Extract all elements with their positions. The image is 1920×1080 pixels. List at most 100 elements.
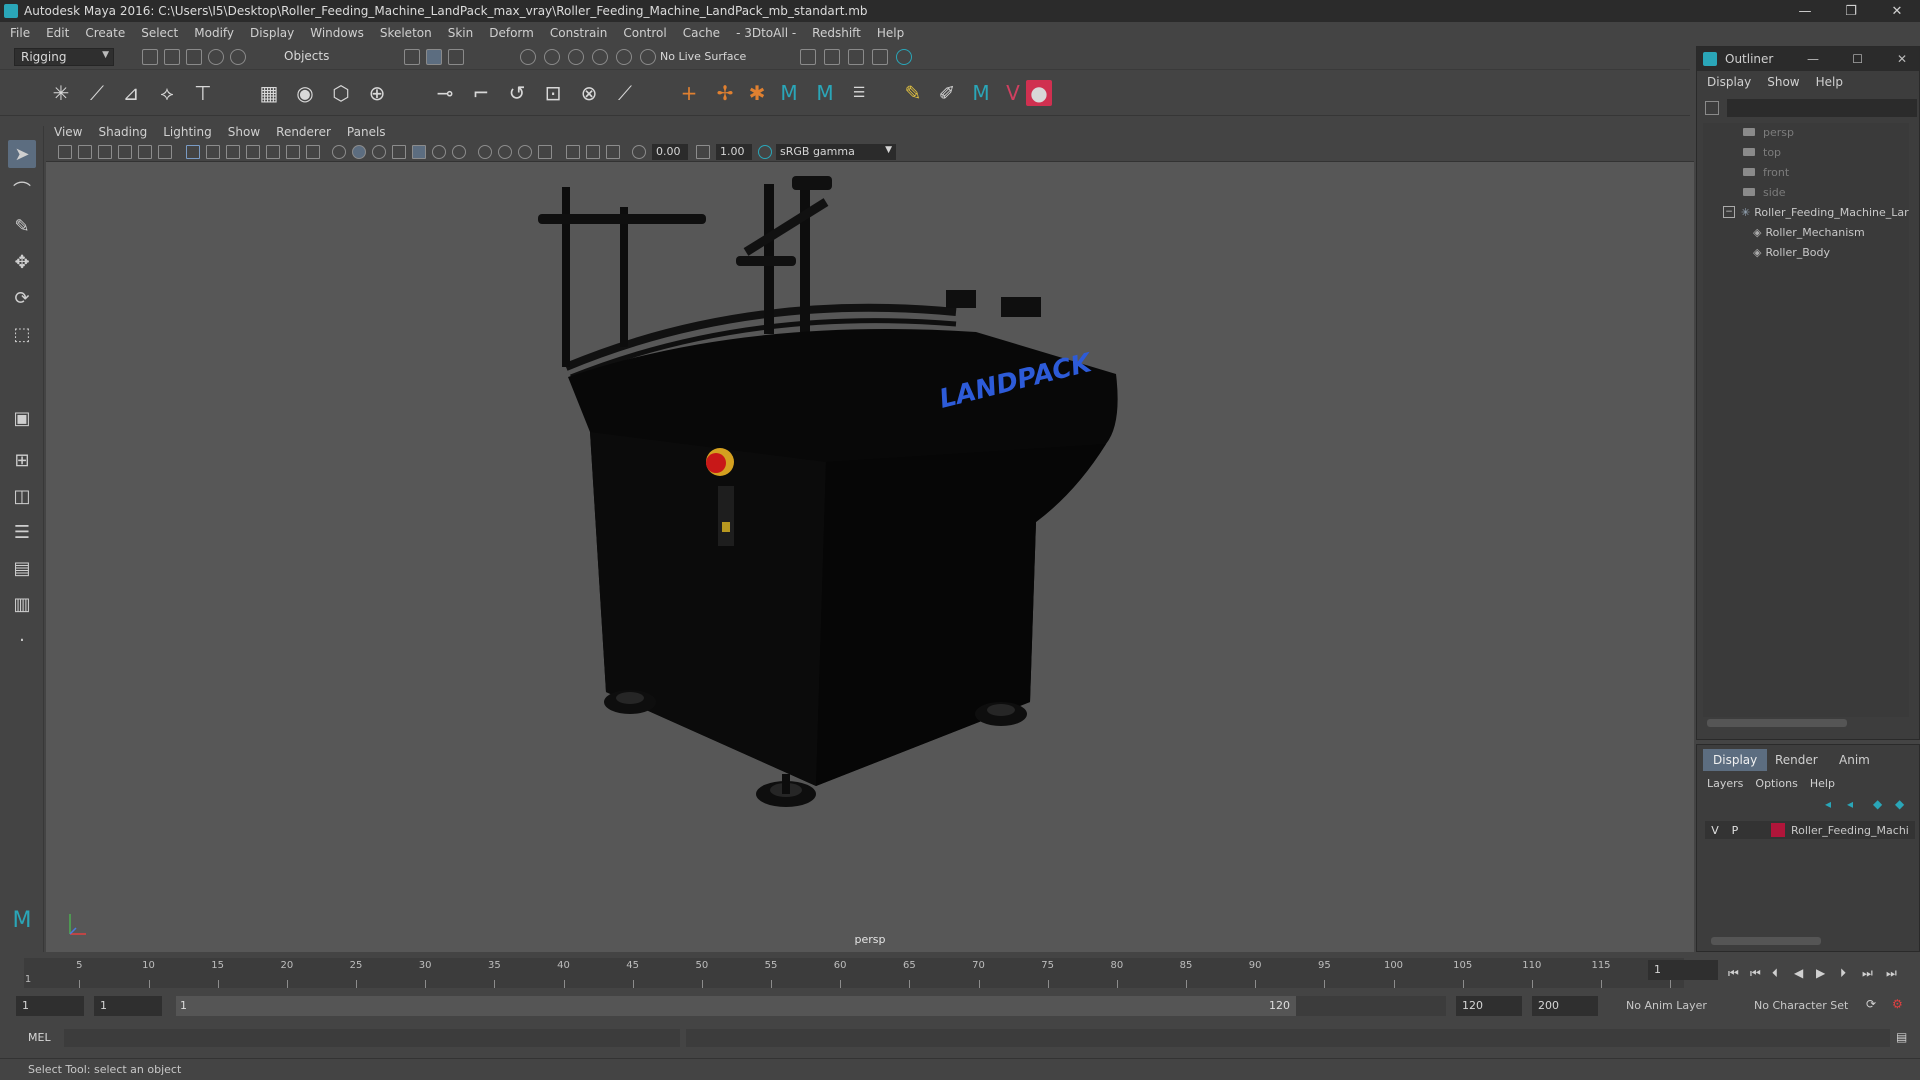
panel-menu-lighting[interactable]: Lighting <box>163 125 212 139</box>
shadows-icon[interactable] <box>432 145 446 159</box>
smooth-bind-icon[interactable]: ◉ <box>292 80 318 106</box>
go-to-start-icon[interactable]: ⏮ <box>1728 966 1739 981</box>
exposure-icon[interactable] <box>632 145 646 159</box>
mirror-joint-icon[interactable]: ⟡ <box>154 80 180 106</box>
menu-deform[interactable]: Deform <box>489 26 534 40</box>
new-scene-icon[interactable] <box>142 49 158 65</box>
isolate-select-icon[interactable] <box>538 145 552 159</box>
menu-redshift[interactable]: Redshift <box>812 26 861 40</box>
orient-constraint-icon[interactable]: ↺ <box>504 80 530 106</box>
paint-weights-icon[interactable]: ✎ <box>900 80 926 106</box>
play-backwards-icon[interactable]: ◀ <box>1794 966 1803 980</box>
panel-menu-renderer[interactable]: Renderer <box>276 125 331 139</box>
safe-action-icon[interactable] <box>286 145 300 159</box>
panel-menu-view[interactable]: View <box>54 125 82 139</box>
outliner-menu-display[interactable]: Display <box>1707 75 1751 89</box>
pole-vector-icon[interactable]: ⟋ <box>612 80 638 106</box>
menu-skin[interactable]: Skin <box>448 26 474 40</box>
select-hierarchy-icon[interactable] <box>404 49 420 65</box>
shader-ball-icon[interactable]: ● <box>1026 80 1052 106</box>
character-set-dropdown[interactable]: No Character Set <box>1754 999 1848 1012</box>
move-layer-up-icon[interactable]: ◂ <box>1825 797 1831 811</box>
panel-menu-panels[interactable]: Panels <box>347 125 386 139</box>
maya-m3-icon[interactable]: M <box>968 80 994 106</box>
new-layer-icon[interactable]: ◆ <box>1873 797 1882 811</box>
hypershade-icon[interactable] <box>872 49 888 65</box>
xray-components-icon[interactable] <box>606 145 620 159</box>
hypershade-layout-icon[interactable]: ▥ <box>8 590 36 618</box>
select-component-icon[interactable] <box>448 49 464 65</box>
xray-icon[interactable] <box>566 145 580 159</box>
script-icon[interactable]: ☰ <box>846 80 872 106</box>
go-to-end-icon[interactable]: ⏭ <box>1886 966 1897 981</box>
layer-horizontal-scrollbar[interactable] <box>1711 937 1821 945</box>
outliner-item-persp[interactable]: persp <box>1743 123 1794 141</box>
time-slider-track[interactable]: 1 5 10 15 20 25 30 35 40 45 50 55 60 65 70 75 80 85 90 95 1… <box>24 958 1684 988</box>
step-back-key-icon[interactable]: ⏮ <box>1750 966 1761 981</box>
graph-layout-icon[interactable]: ▤ <box>8 554 36 582</box>
viewport-persp[interactable]: LANDPACK persp <box>46 162 1694 952</box>
use-all-lights-icon[interactable] <box>412 145 426 159</box>
playback-end-field[interactable]: 120 <box>1456 996 1522 1016</box>
locator-icon[interactable]: + <box>676 80 702 106</box>
outliner-menu-help[interactable]: Help <box>1816 75 1843 89</box>
film-gate-icon[interactable] <box>206 145 220 159</box>
blend-shape-icon[interactable]: ✱ <box>744 80 770 106</box>
menu-control[interactable]: Control <box>623 26 666 40</box>
paint-select-icon[interactable]: ✎ <box>8 212 36 240</box>
menu-help[interactable]: Help <box>877 26 904 40</box>
layer-visibility-toggle[interactable]: V <box>1705 824 1725 837</box>
range-slider[interactable]: 1 120 <box>176 996 1446 1016</box>
auto-key-icon[interactable]: ⟳ <box>1866 997 1876 1011</box>
outliner-search-input[interactable] <box>1727 99 1917 117</box>
point-constraint-icon[interactable]: ⊸ <box>432 80 458 106</box>
field-chart-icon[interactable] <box>266 145 280 159</box>
wireframe-icon[interactable] <box>332 145 346 159</box>
menu-create[interactable]: Create <box>85 26 125 40</box>
outliner-item-front[interactable]: front <box>1743 163 1789 181</box>
command-input[interactable] <box>64 1029 680 1047</box>
close-button[interactable]: ✕ <box>1874 0 1920 22</box>
outliner-item-top[interactable]: top <box>1743 143 1781 161</box>
outliner-close-button[interactable]: ✕ <box>1897 52 1907 66</box>
command-language-label[interactable]: MEL <box>28 1031 51 1044</box>
outliner-menu-show[interactable]: Show <box>1767 75 1799 89</box>
move-layer-down-icon[interactable]: ◂ <box>1847 797 1853 811</box>
selection-mode-dropdown[interactable]: Objects <box>278 48 378 66</box>
gamma-field[interactable]: 1.00 <box>716 144 752 160</box>
tab-render[interactable]: Render <box>1765 749 1828 771</box>
menu-skeleton[interactable]: Skeleton <box>380 26 432 40</box>
grid-toggle-icon[interactable] <box>186 145 200 159</box>
snap-point-icon[interactable] <box>568 49 584 65</box>
anim-prefs-icon[interactable]: ⚙ <box>1892 997 1903 1011</box>
save-scene-icon[interactable] <box>186 49 202 65</box>
layer-row[interactable]: V P Roller_Feeding_Machi <box>1705 821 1915 839</box>
layer-playback-toggle[interactable]: P <box>1725 824 1745 837</box>
play-forwards-icon[interactable]: ▶ <box>1816 966 1825 980</box>
resolution-gate-icon[interactable] <box>226 145 240 159</box>
snap-curve-icon[interactable] <box>544 49 560 65</box>
anti-aliasing-icon[interactable] <box>498 145 512 159</box>
step-forward-key-icon[interactable]: ⏭ <box>1862 966 1873 981</box>
outliner-item-roller-feeding-machine[interactable]: − ✳ Roller_Feeding_Machine_Lar <box>1723 203 1909 221</box>
lattice-icon[interactable]: ⬡ <box>328 80 354 106</box>
maya-m2-icon[interactable]: M <box>812 80 838 106</box>
anim-layer-dropdown[interactable]: No Anim Layer <box>1626 999 1707 1012</box>
wrap-deformer-icon[interactable]: ⊕ <box>364 80 390 106</box>
bookmark-icon[interactable] <box>98 145 112 159</box>
outliner-item-side[interactable]: side <box>1743 183 1786 201</box>
menu-edit[interactable]: Edit <box>46 26 69 40</box>
current-frame-field[interactable]: 1 <box>1648 960 1718 980</box>
single-view-layout-icon[interactable]: ▣ <box>8 404 36 432</box>
outliner-layout-icon[interactable]: ☰ <box>8 518 36 546</box>
playback-start-field[interactable]: 1 <box>94 996 162 1016</box>
rotate-tool-icon[interactable]: ⟳ <box>8 284 36 312</box>
outliner-minimize-button[interactable]: — <box>1807 52 1819 66</box>
four-view-layout-icon[interactable]: ⊞ <box>8 446 36 474</box>
bind-skin-icon[interactable]: ▦ <box>256 80 282 106</box>
scale-constraint-icon[interactable]: ⊡ <box>540 80 566 106</box>
parent-constraint-icon[interactable]: ⊗ <box>576 80 602 106</box>
select-object-icon[interactable] <box>426 49 442 65</box>
menu-modify[interactable]: Modify <box>194 26 234 40</box>
image-plane-icon[interactable] <box>118 145 132 159</box>
